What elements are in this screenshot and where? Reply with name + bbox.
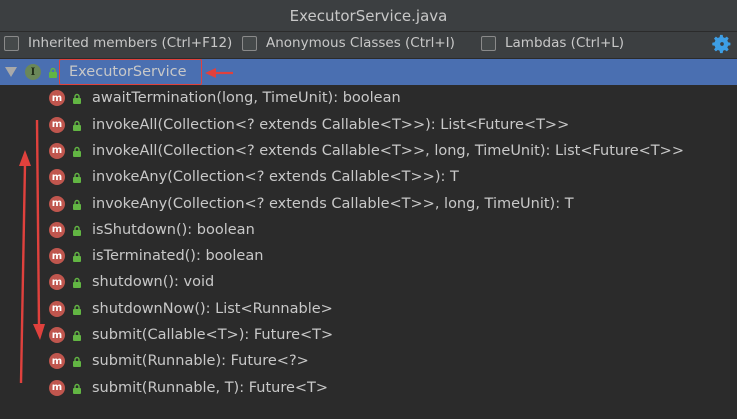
lock-icon xyxy=(73,357,81,368)
tree-method-label: invokeAny(Collection<? extends Callable<… xyxy=(92,195,574,212)
expand-arrow-icon[interactable] xyxy=(5,67,17,77)
method-icon: m xyxy=(49,327,65,343)
tree-method-item[interactable]: m invokeAll(Collection<? extends Callable… xyxy=(0,138,737,164)
tree-method-label: submit(Runnable, T): Future<T> xyxy=(92,379,329,396)
lock-icon xyxy=(73,120,81,131)
method-icon: m xyxy=(49,169,65,186)
lock-icon xyxy=(73,94,81,105)
tree-method-item[interactable]: m submit(Runnable): Future<?> xyxy=(0,348,737,374)
lock-icon xyxy=(73,330,81,341)
lock-icon xyxy=(73,225,81,236)
tree-method-label: invokeAny(Collection<? extends Callable<… xyxy=(92,169,459,186)
tree-method-item[interactable]: m invokeAll(Collection<? extends Callable… xyxy=(0,112,737,138)
method-icon: m xyxy=(49,353,65,370)
anonymous-classes-label: Anonymous Classes (Ctrl+I) xyxy=(266,35,455,51)
method-icon: m xyxy=(49,221,65,238)
lock-icon xyxy=(49,67,57,78)
checkbox-box[interactable] xyxy=(481,35,496,51)
tree-method-label: submit(Callable<T>): Future<T> xyxy=(92,327,334,343)
anonymous-classes-checkbox[interactable]: Anonymous Classes (Ctrl+I) xyxy=(242,35,455,51)
lock-icon xyxy=(73,199,81,210)
annotation-highlight-box xyxy=(59,59,202,85)
gear-icon[interactable] xyxy=(711,33,733,55)
structure-tree: I ExecutorService m awaitTermination(long… xyxy=(0,59,737,419)
tree-method-label: isShutdown(): boolean xyxy=(92,221,255,238)
method-icon: m xyxy=(49,248,65,265)
method-icon: m xyxy=(49,195,65,212)
inherited-members-label: Inherited members (Ctrl+F12) xyxy=(28,35,233,51)
tree-method-label: shutdown(): void xyxy=(92,274,215,291)
method-icon: m xyxy=(49,379,65,396)
lock-icon xyxy=(73,146,81,157)
tree-method-label: awaitTermination(long, TimeUnit): boolea… xyxy=(92,90,401,107)
tree-method-item[interactable]: m submit(Callable<T>): Future<T> xyxy=(0,322,737,348)
checkbox-box[interactable] xyxy=(242,35,257,51)
method-icon: m xyxy=(49,142,65,159)
checkbox-box[interactable] xyxy=(4,35,19,51)
lock-icon xyxy=(73,251,81,263)
lambdas-checkbox[interactable]: Lambdas (Ctrl+L) xyxy=(481,35,624,51)
lock-icon xyxy=(73,278,81,289)
filter-toolbar: Inherited members (Ctrl+F12) Anonymous C… xyxy=(0,32,737,59)
tree-method-label: shutdownNow(): List<Runnable> xyxy=(92,300,333,317)
lambdas-label: Lambdas (Ctrl+L) xyxy=(505,35,625,51)
method-icon: m xyxy=(49,274,65,291)
inherited-members-checkbox[interactable]: Inherited members (Ctrl+F12) xyxy=(4,35,232,51)
tree-method-label: invokeAll(Collection<? extends Callable<… xyxy=(92,116,570,133)
tree-method-item[interactable]: m isShutdown(): boolean xyxy=(0,217,737,243)
tree-method-label: isTerminated(): boolean xyxy=(92,248,264,265)
method-icon: m xyxy=(49,300,65,317)
lock-icon xyxy=(73,304,81,315)
window-title-bar: ExecutorService.java xyxy=(0,0,737,32)
method-icon: m xyxy=(49,116,65,133)
lock-icon xyxy=(73,173,81,184)
tree-method-item[interactable]: m submit(Runnable, T): Future<T> xyxy=(0,375,737,401)
tree-method-item[interactable]: m invokeAny(Collection<? extends Callable… xyxy=(0,191,737,217)
tree-method-item[interactable]: m isTerminated(): boolean xyxy=(0,243,737,269)
tree-method-item[interactable]: m shutdownNow(): List<Runnable> xyxy=(0,296,737,322)
tree-method-label: submit(Runnable): Future<?> xyxy=(92,353,309,370)
tree-method-item[interactable]: m invokeAny(Collection<? extends Callable… xyxy=(0,164,737,190)
tree-method-item[interactable]: m awaitTermination(long, TimeUnit): boole… xyxy=(0,85,737,111)
lock-icon xyxy=(73,383,81,394)
window-title: ExecutorService.java xyxy=(289,6,448,25)
method-icon: m xyxy=(49,90,65,107)
interface-icon: I xyxy=(25,64,41,80)
tree-method-label: invokeAll(Collection<? extends Callable<… xyxy=(92,142,684,159)
tree-method-item[interactable]: m shutdown(): void xyxy=(0,269,737,295)
